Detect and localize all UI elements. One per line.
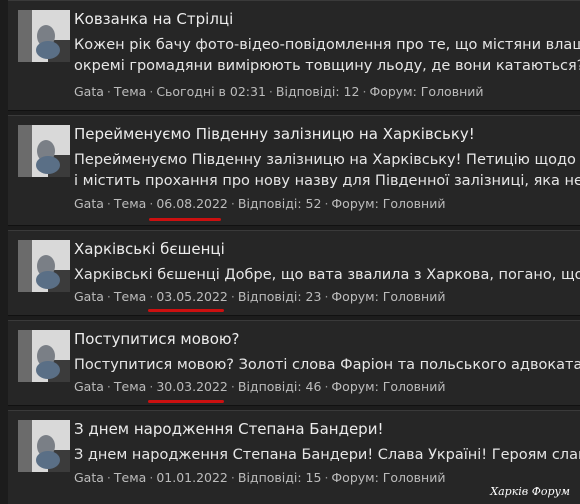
post-date: 06.08.2022 xyxy=(156,196,228,211)
search-result-item[interactable]: Харківські бєшенці Харківські бєшенці До… xyxy=(8,230,580,316)
post-date: 01.01.2022 xyxy=(156,470,228,485)
avatar[interactable] xyxy=(18,240,70,292)
post-date: 30.03.2022 xyxy=(156,379,228,394)
post-date: 03.05.2022 xyxy=(156,289,228,304)
author-link[interactable]: Gata xyxy=(74,196,104,211)
reply-count: Відповіді: 12 xyxy=(275,84,360,99)
excerpt-line: і містить прохання про нову назву для Пі… xyxy=(74,173,580,189)
date-underline-annotation xyxy=(148,400,224,403)
excerpt-line: З днем народження Степана Бандери! Слава… xyxy=(74,447,580,463)
thread-title-link[interactable]: Харківські бєшенці xyxy=(74,240,225,258)
avatar[interactable] xyxy=(18,330,70,382)
search-result-item[interactable]: Поступитися мовою? Поступитися мовою? Зо… xyxy=(8,320,580,406)
post-meta: Gata · Тема · 30.03.2022 · Відповіді: 46 · Форум… xyxy=(74,379,446,394)
date-underline-annotation xyxy=(149,218,221,221)
thread-title-link[interactable]: Ковзанка на Стрілці xyxy=(74,10,233,28)
post-excerpt: Перейменуємо Південну залізницю на Харкі… xyxy=(74,150,580,192)
excerpt-line: окремі громадяни вимірюють товщину льоду… xyxy=(74,58,580,74)
forum-link[interactable]: Форум: Головний xyxy=(331,379,445,394)
content-type: Тема xyxy=(113,289,147,304)
thread-title-link[interactable]: Перейменуємо Південну залізницю на Харкі… xyxy=(74,125,475,143)
author-link[interactable]: Gata xyxy=(74,84,104,99)
post-meta: Gata · Тема · 03.05.2022 · Відповіді: 23 · Форум… xyxy=(74,289,446,304)
content-type: Тема xyxy=(113,196,147,211)
avatar[interactable] xyxy=(18,420,70,472)
forum-link[interactable]: Форум: Головний xyxy=(331,289,445,304)
author-link[interactable]: Gata xyxy=(74,379,104,394)
post-meta: Gata · Тема · 06.08.2022 · Відповіді: 52 · Форум… xyxy=(74,196,446,211)
content-type: Тема xyxy=(113,379,147,394)
post-excerpt: Харківські бєшенці Добре, що вата звалил… xyxy=(74,265,580,286)
post-excerpt: Кожен рік бачу фото-відео-повідомлення п… xyxy=(74,35,580,77)
watermark: Харків Форум xyxy=(490,485,570,498)
author-link[interactable]: Gata xyxy=(74,470,104,485)
author-link[interactable]: Gata xyxy=(74,289,104,304)
reply-count: Відповіді: 15 xyxy=(237,470,322,485)
post-excerpt: Поступитися мовою? Золоті слова Фаріон т… xyxy=(74,355,580,376)
reply-count: Відповіді: 52 xyxy=(237,196,322,211)
thread-title-link[interactable]: Поступитися мовою? xyxy=(74,330,240,348)
post-date: Сьогодні в 02:31 xyxy=(156,84,266,99)
search-result-item[interactable]: Перейменуємо Південну залізницю на Харкі… xyxy=(8,115,580,226)
reply-count: Відповіді: 23 xyxy=(237,289,322,304)
post-meta: Gata · Тема · 01.01.2022 · Відповіді: 15 · Форум… xyxy=(74,470,446,485)
post-excerpt: З днем народження Степана Бандери! Слава… xyxy=(74,445,580,466)
content-type: Тема xyxy=(113,84,147,99)
forum-link[interactable]: Форум: Головний xyxy=(369,84,483,99)
avatar[interactable] xyxy=(18,10,70,62)
date-underline-annotation xyxy=(148,309,224,312)
forum-link[interactable]: Форум: Головний xyxy=(331,196,445,211)
excerpt-line: Перейменуємо Південну залізницю на Харкі… xyxy=(74,152,580,168)
avatar[interactable] xyxy=(18,125,70,177)
forum-link[interactable]: Форум: Головний xyxy=(331,470,445,485)
search-result-item[interactable]: Ковзанка на Стрілці Кожен рік бачу фото-… xyxy=(8,0,580,111)
post-meta: Gata · Тема · Сьогодні в 02:31 · Відповіді: 12… xyxy=(74,84,484,99)
thread-title-link[interactable]: З днем народження Степана Бандери! xyxy=(74,420,383,438)
reply-count: Відповіді: 46 xyxy=(237,379,322,394)
excerpt-line: Поступитися мовою? Золоті слова Фаріон т… xyxy=(74,357,580,373)
excerpt-line: Харківські бєшенці Добре, що вата звалил… xyxy=(74,267,580,283)
excerpt-line: Кожен рік бачу фото-відео-повідомлення п… xyxy=(74,37,580,53)
content-type: Тема xyxy=(113,470,147,485)
